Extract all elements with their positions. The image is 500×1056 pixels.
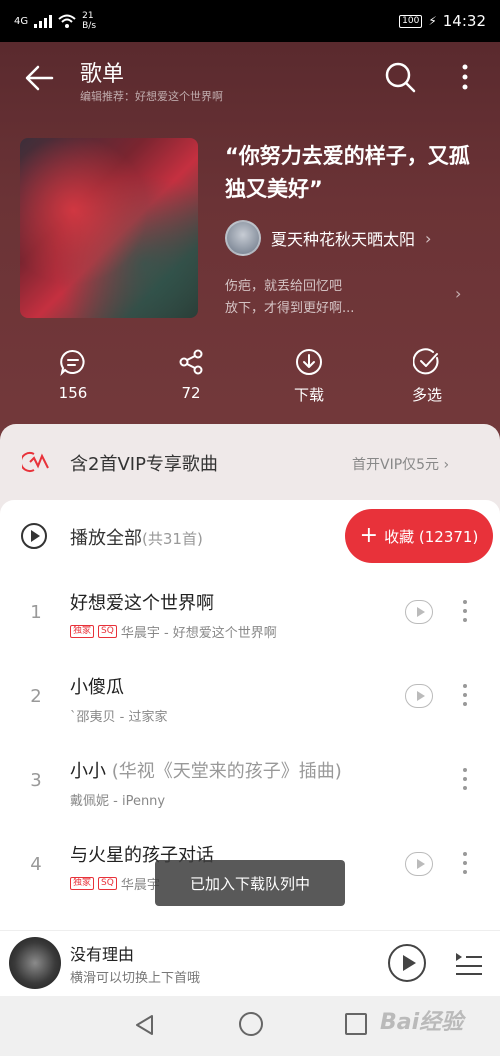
vip-banner[interactable]: 含2首VIP专享歌曲 首开VIP仅5元 ›: [0, 424, 500, 500]
share-button[interactable]: 72: [151, 348, 231, 402]
share-icon: [179, 349, 203, 375]
more-vertical-icon[interactable]: [460, 600, 470, 626]
list-item[interactable]: 1 好想爱这个世界啊 独家 SQ 华晨宇 - 好想爱这个世界啊: [0, 572, 500, 656]
playlist-cover[interactable]: [20, 138, 198, 318]
download-button[interactable]: 下载: [269, 348, 349, 405]
play-button-icon[interactable]: [388, 944, 426, 982]
exclusive-badge: 独家: [70, 625, 95, 638]
nav-recents-icon[interactable]: [345, 1013, 367, 1035]
signal-icon: [34, 14, 53, 28]
sq-badge: SQ: [98, 625, 117, 638]
playlist-icon[interactable]: [454, 949, 484, 977]
search-icon[interactable]: [383, 60, 417, 94]
chevron-right-icon: ›: [443, 457, 450, 473]
exclusive-badge: 独家: [70, 877, 95, 890]
play-all-row[interactable]: 播放全部(共31首) + 收藏 (12371): [0, 500, 500, 572]
song-count: (共31首): [142, 530, 203, 548]
vip-icon: [22, 452, 49, 472]
vip-offer-link[interactable]: 首开VIP仅5元 ›: [352, 454, 449, 474]
clock: 14:32: [442, 12, 486, 30]
now-playing-title: 没有理由: [70, 945, 135, 964]
charging-icon: ⚡: [428, 14, 437, 28]
now-playing-art[interactable]: [9, 937, 61, 989]
playlist-title: “你努力去爱的样子，又孤独又美好”: [225, 144, 470, 201]
list-item[interactable]: 2 小傻瓜 `邵夷贝 - 过家家: [0, 656, 500, 740]
network-type: 4G: [14, 15, 29, 27]
top-app-bar: 歌单 编辑推荐：好想爱这个世界啊: [0, 48, 500, 108]
nav-home-icon[interactable]: [239, 1012, 263, 1036]
song-title: 好想爱这个世界啊: [70, 593, 214, 614]
chevron-right-icon[interactable]: ›: [455, 284, 461, 303]
vip-text: 含2首VIP专享歌曲: [70, 454, 218, 475]
chevron-right-icon: ›: [425, 228, 432, 248]
toast-message: 已加入下载队列中: [155, 860, 345, 906]
sq-badge: SQ: [98, 877, 117, 890]
list-item[interactable]: 3 小小 (华视《天堂来的孩子》插曲) 戴佩妮 - iPenny: [0, 740, 500, 824]
back-arrow-icon[interactable]: [22, 60, 58, 96]
page-subtitle: 编辑推荐：好想爱这个世界啊: [80, 90, 223, 103]
more-vertical-icon[interactable]: [455, 62, 475, 92]
network-speed: 21 B/s: [82, 11, 97, 31]
more-vertical-icon[interactable]: [460, 684, 470, 710]
mini-player[interactable]: 没有理由 横滑可以切换上下首哦: [0, 930, 500, 996]
more-vertical-icon[interactable]: [460, 768, 470, 794]
mv-play-icon[interactable]: [405, 600, 433, 624]
plus-icon: +: [359, 523, 379, 548]
song-artist: 独家 SQ 华晨宇: [70, 874, 160, 893]
checkmark-circle-icon: [413, 348, 439, 375]
comment-icon: [60, 349, 85, 376]
creator-link[interactable]: 夏天种花秋天晒太阳 ›: [225, 220, 431, 256]
play-all-button[interactable]: 播放全部(共31首): [70, 524, 203, 550]
song-title: 小小 (华视《天堂来的孩子》插曲): [70, 761, 342, 782]
mv-play-icon[interactable]: [405, 852, 433, 876]
watermark-logo: Bai经验: [380, 1010, 464, 1035]
song-artist: 戴佩妮 - iPenny: [70, 794, 166, 809]
playlist-description[interactable]: 伤疤，就丢给回忆吧 放下，才得到更好啊...: [225, 276, 354, 320]
more-vertical-icon[interactable]: [460, 852, 470, 878]
status-bar: 4G 21 B/s 100 ⚡ 14:32: [0, 0, 500, 42]
wifi-icon: [58, 14, 76, 28]
collect-button[interactable]: + 收藏 (12371): [345, 509, 493, 563]
song-artist: 独家 SQ 华晨宇 - 好想爱这个世界啊: [70, 622, 277, 641]
song-artist: `邵夷贝 - 过家家: [70, 710, 168, 725]
download-icon: [296, 349, 322, 375]
mv-play-icon[interactable]: [405, 684, 433, 708]
page-title: 歌单: [80, 62, 125, 87]
comments-button[interactable]: 156: [33, 348, 113, 402]
nav-back-icon[interactable]: [134, 1014, 154, 1036]
play-circle-icon[interactable]: [20, 522, 48, 550]
battery-icon: 100: [399, 14, 423, 28]
action-bar: 156 72 下载 多选: [0, 348, 500, 408]
creator-name: 夏天种花秋天晒太阳: [271, 230, 416, 249]
song-title: 小傻瓜: [70, 677, 124, 698]
avatar: [225, 220, 261, 256]
multi-select-button[interactable]: 多选: [387, 348, 467, 405]
now-playing-hint: 横滑可以切换上下首哦: [70, 971, 201, 986]
